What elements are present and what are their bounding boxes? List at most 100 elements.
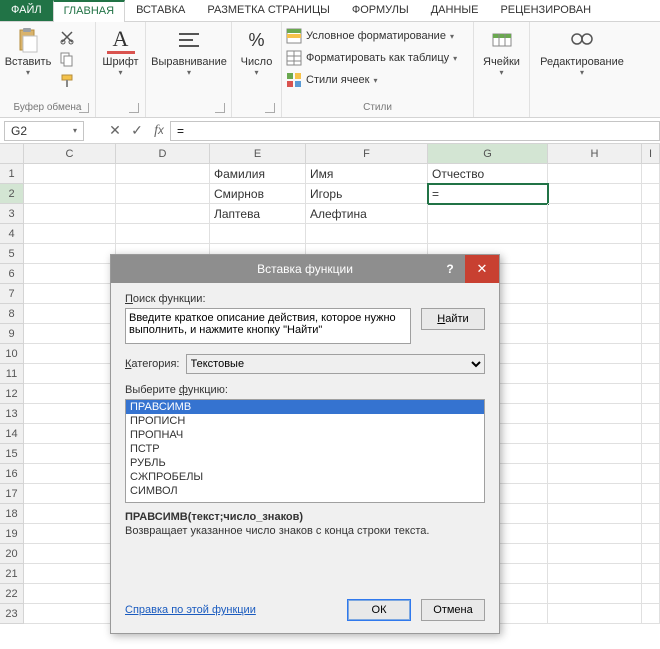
cell[interactable] (24, 264, 116, 284)
formula-input[interactable] (170, 121, 660, 141)
function-option[interactable]: ПРОПНАЧ (126, 428, 484, 442)
cell[interactable] (642, 184, 660, 204)
cell[interactable] (548, 444, 642, 464)
name-box[interactable]: G2 ▾ (4, 121, 84, 141)
copy-icon[interactable] (58, 50, 76, 68)
cell[interactable] (548, 484, 642, 504)
cell[interactable] (642, 384, 660, 404)
cell[interactable] (24, 504, 116, 524)
cell[interactable] (642, 264, 660, 284)
cell[interactable] (548, 344, 642, 364)
cell[interactable] (548, 324, 642, 344)
row-header[interactable]: 21 (0, 564, 24, 584)
cell[interactable] (24, 304, 116, 324)
cell[interactable] (642, 204, 660, 224)
cell[interactable] (24, 444, 116, 464)
row-header[interactable]: 2 (0, 184, 24, 204)
cell[interactable] (548, 544, 642, 564)
cell[interactable] (24, 464, 116, 484)
col-header[interactable]: C (24, 144, 116, 164)
cancel-formula-icon[interactable]: ✕ (104, 120, 126, 142)
cell[interactable] (24, 344, 116, 364)
cell[interactable] (428, 204, 548, 224)
row-header[interactable]: 17 (0, 484, 24, 504)
function-option[interactable]: ПРАВСИМВ (126, 400, 484, 414)
cell[interactable] (642, 284, 660, 304)
cell[interactable] (642, 504, 660, 524)
cell[interactable] (24, 244, 116, 264)
cell[interactable] (548, 304, 642, 324)
cell-styles-button[interactable]: Стили ячеек▾ (286, 70, 457, 90)
cell[interactable] (548, 524, 642, 544)
cell[interactable]: Игорь (306, 184, 428, 204)
cell[interactable] (24, 224, 116, 244)
cell[interactable]: = (428, 184, 548, 204)
row-header[interactable]: 20 (0, 544, 24, 564)
cut-icon[interactable] (58, 28, 76, 46)
cell[interactable] (642, 224, 660, 244)
format-as-table-button[interactable]: Форматировать как таблицу▾ (286, 48, 457, 68)
cells-group-button[interactable]: Ячейки ▾ (478, 24, 525, 79)
function-option[interactable]: ПСТР (126, 442, 484, 456)
function-list[interactable]: ПРАВСИМВПРОПИСНПРОПНАЧПСТРРУБЛЬСЖПРОБЕЛЫ… (125, 399, 485, 503)
cell[interactable] (642, 304, 660, 324)
cell[interactable] (548, 564, 642, 584)
cell[interactable] (548, 244, 642, 264)
cell[interactable]: Алефтина (306, 204, 428, 224)
cell[interactable] (642, 424, 660, 444)
cell[interactable] (548, 424, 642, 444)
row-header[interactable]: 4 (0, 224, 24, 244)
cell[interactable] (24, 324, 116, 344)
row-header[interactable]: 22 (0, 584, 24, 604)
cell[interactable] (642, 364, 660, 384)
cell[interactable]: Смирнов (210, 184, 306, 204)
cell[interactable] (642, 164, 660, 184)
alignment-group-button[interactable]: Выравнивание ▾ (150, 24, 228, 79)
cell[interactable] (548, 224, 642, 244)
dialog-launcher-icon[interactable] (265, 103, 275, 113)
col-header[interactable]: I (642, 144, 660, 164)
row-header[interactable]: 18 (0, 504, 24, 524)
row-header[interactable]: 15 (0, 444, 24, 464)
cell[interactable] (642, 244, 660, 264)
cell[interactable] (642, 604, 660, 624)
row-header[interactable]: 8 (0, 304, 24, 324)
cell[interactable] (24, 564, 116, 584)
cell[interactable] (116, 164, 210, 184)
tab-data[interactable]: ДАННЫЕ (420, 0, 490, 21)
cell[interactable] (642, 344, 660, 364)
cell[interactable] (548, 204, 642, 224)
select-all-corner[interactable] (0, 144, 24, 164)
help-link[interactable]: Справка по этой функции (125, 604, 256, 616)
enter-formula-icon[interactable]: ✓ (126, 120, 148, 142)
row-header[interactable]: 14 (0, 424, 24, 444)
cell[interactable] (548, 464, 642, 484)
cell[interactable] (24, 604, 116, 624)
col-header[interactable]: H (548, 144, 642, 164)
cell[interactable] (116, 204, 210, 224)
format-painter-icon[interactable] (58, 72, 76, 90)
font-group-button[interactable]: A Шрифт ▾ (100, 24, 141, 79)
editing-group-button[interactable]: Редактирование ▾ (534, 24, 630, 79)
cell[interactable] (24, 204, 116, 224)
cancel-button[interactable]: Отмена (421, 599, 485, 621)
col-header[interactable]: D (116, 144, 210, 164)
cell[interactable] (428, 224, 548, 244)
row-header[interactable]: 10 (0, 344, 24, 364)
conditional-formatting-button[interactable]: Условное форматирование▾ (286, 26, 457, 46)
cell[interactable] (24, 384, 116, 404)
cell[interactable] (642, 324, 660, 344)
function-option[interactable]: ПРОПИСН (126, 414, 484, 428)
col-header[interactable]: G (428, 144, 548, 164)
cell[interactable] (24, 284, 116, 304)
row-header[interactable]: 5 (0, 244, 24, 264)
cell[interactable] (548, 264, 642, 284)
row-header[interactable]: 1 (0, 164, 24, 184)
row-header[interactable]: 11 (0, 364, 24, 384)
dialog-launcher-icon[interactable] (215, 103, 225, 113)
cell[interactable] (548, 584, 642, 604)
cell[interactable] (642, 524, 660, 544)
tab-review[interactable]: РЕЦЕНЗИРОВАН (489, 0, 602, 21)
cell[interactable] (642, 404, 660, 424)
tab-formulas[interactable]: ФОРМУЛЫ (341, 0, 420, 21)
